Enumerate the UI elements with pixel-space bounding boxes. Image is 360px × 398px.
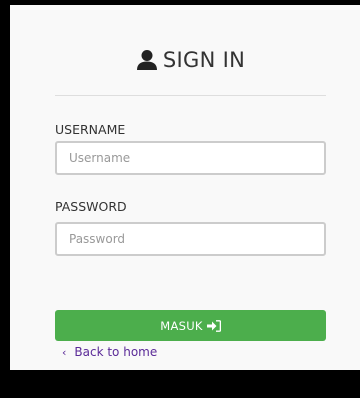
submit-button[interactable]: MASUK xyxy=(55,310,326,341)
page-title: SIGN IN xyxy=(162,48,246,72)
submit-button-label: MASUK xyxy=(160,318,203,333)
username-input[interactable] xyxy=(55,141,326,175)
password-input[interactable] xyxy=(55,222,326,256)
chevron-left-icon: ‹ xyxy=(62,345,67,359)
back-to-home-link[interactable]: ‹ Back to home xyxy=(62,345,157,359)
login-title-group: SIGN IN xyxy=(136,48,245,72)
password-label: PASSWORD xyxy=(55,199,127,214)
sign-in-icon xyxy=(206,319,221,332)
user-icon xyxy=(136,50,157,70)
back-to-home-label: Back to home xyxy=(74,345,158,359)
username-label: USERNAME xyxy=(55,122,126,137)
login-header: SIGN IN xyxy=(55,48,326,96)
